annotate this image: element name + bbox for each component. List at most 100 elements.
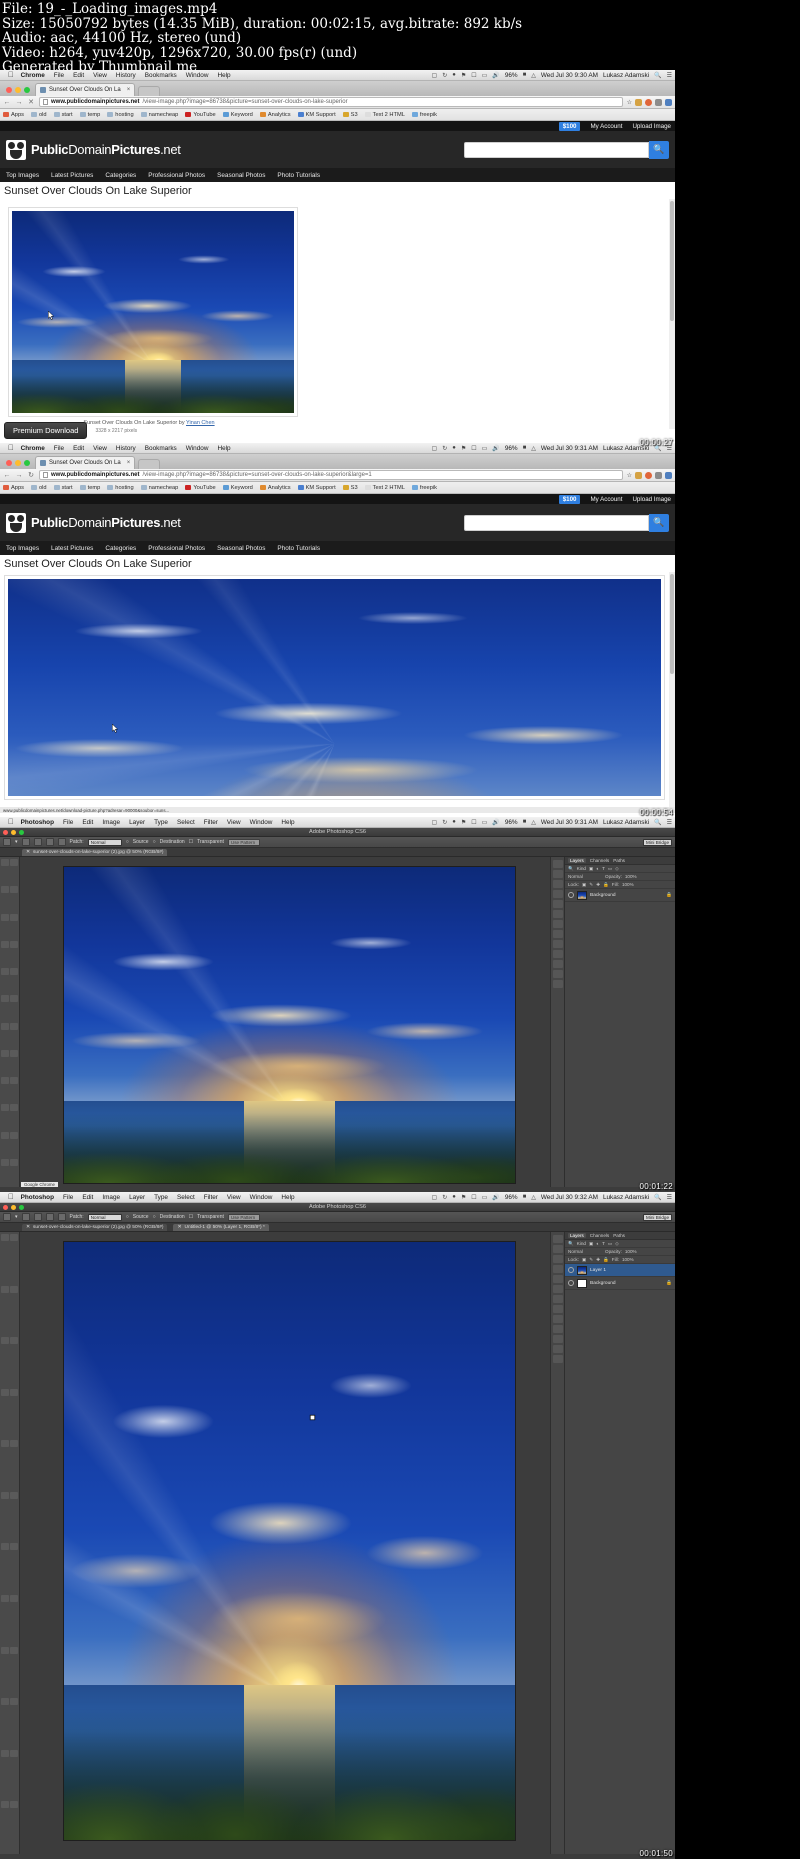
bookmark-apps[interactable]: Apps — [3, 485, 24, 491]
menubar-user[interactable]: Lukasz Adamski — [603, 72, 649, 79]
upload-image-link[interactable]: Upload Image — [632, 496, 671, 503]
menu-edit[interactable]: Edit — [82, 819, 93, 826]
fill-value[interactable]: 100% — [622, 882, 640, 887]
menu-bookmarks[interactable]: Bookmarks — [145, 445, 177, 452]
brush-presets-panel-icon[interactable] — [552, 940, 563, 948]
layers-panel-tabs-3[interactable]: Layers Channels Paths — [565, 857, 675, 865]
layers-panel-tabs-4[interactable]: Layers Channels Paths — [565, 1232, 675, 1240]
marquee-tool-icon[interactable] — [10, 859, 18, 866]
new-tab-button[interactable] — [138, 459, 161, 469]
bookmark-analytics[interactable]: Analytics — [259, 485, 291, 491]
window-controls-2[interactable] — [4, 460, 35, 469]
price-badge[interactable]: $100 — [558, 121, 581, 131]
lock-position-icon[interactable]: ✚ — [596, 1257, 600, 1263]
swatches-panel-icon[interactable] — [552, 890, 563, 898]
scrollbar-thumb[interactable] — [670, 201, 674, 321]
sync-icon[interactable]: ↻ — [442, 819, 447, 826]
lasso-tool-icon[interactable] — [1, 886, 9, 894]
nav-photo-tutorials[interactable]: Photo Tutorials — [277, 545, 320, 552]
lock-transparent-icon[interactable]: ▣ — [582, 882, 586, 888]
swatches-panel-icon[interactable] — [552, 1265, 563, 1273]
type-tool-icon[interactable] — [10, 1595, 18, 1603]
new-tab-button[interactable] — [138, 86, 161, 96]
menu-help[interactable]: Help — [217, 72, 230, 79]
menu-help[interactable]: Help — [281, 1194, 294, 1201]
site-search-1[interactable]: 🔍 — [464, 140, 669, 159]
subtract-selection-icon[interactable] — [45, 838, 54, 846]
bookmark-star-icon[interactable]: ☆ — [627, 472, 632, 479]
brush-presets-panel-icon[interactable] — [552, 1315, 563, 1323]
layers-filter-row-4[interactable]: 🔍 Kind ▣ ◐ T ▭ ◇ — [565, 1240, 675, 1248]
menu-file[interactable]: File — [54, 72, 64, 79]
timeline-panel-icon[interactable] — [552, 970, 563, 978]
blur-tool-icon[interactable] — [1, 1022, 9, 1030]
menu-image[interactable]: Image — [102, 1194, 120, 1201]
destination-radio[interactable]: ○ — [153, 1214, 156, 1220]
document-tab-1[interactable]: ✕ sunset-over-clouds-on-lake-superior (2… — [22, 848, 168, 856]
my-account-link[interactable]: My Account — [590, 123, 622, 130]
airplay-icon[interactable]: ▭ — [482, 819, 488, 826]
color-panel-icon[interactable] — [552, 1255, 563, 1263]
bookmark-star-icon[interactable]: ☆ — [627, 99, 632, 106]
document-tab-close-icon[interactable]: ✕ — [177, 1225, 181, 1230]
history-brush-tool-icon[interactable] — [10, 1440, 18, 1448]
zoom-window-button[interactable] — [19, 829, 24, 835]
crop-tool-icon[interactable] — [1, 1337, 9, 1345]
menu-photoshop[interactable]: Photoshop — [21, 1194, 54, 1201]
nav-seasonal-photos[interactable]: Seasonal Photos — [217, 172, 265, 179]
flag-icon[interactable]: ⚑ — [461, 1194, 466, 1201]
menu-file[interactable]: File — [63, 1194, 73, 1201]
menu-type[interactable]: Type — [154, 1194, 168, 1201]
menu-bookmarks[interactable]: Bookmarks — [145, 72, 177, 79]
browser-tab-1[interactable]: Sunset Over Clouds On La × — [35, 456, 136, 469]
wifi-icon[interactable]: △ — [531, 1194, 536, 1201]
upload-image-link[interactable]: Upload Image — [632, 123, 671, 130]
apple-menu-icon[interactable]:  — [8, 444, 14, 452]
background-color-swatch[interactable] — [10, 1131, 18, 1139]
menu-view[interactable]: View — [93, 72, 107, 79]
source-radio[interactable]: ○ — [126, 839, 129, 845]
search-input[interactable] — [464, 514, 649, 531]
menu-edit[interactable]: Edit — [82, 1194, 93, 1201]
nav-top-images[interactable]: Top Images — [6, 545, 39, 552]
battery-icon[interactable]: ■ — [523, 72, 527, 78]
menu-chrome[interactable]: Chrome — [21, 445, 45, 452]
flag-icon[interactable]: ⚑ — [461, 445, 466, 452]
paragraph-panel-icon[interactable] — [552, 1295, 563, 1303]
lock-transparent-icon[interactable]: ▣ — [582, 1257, 586, 1263]
tab-layers[interactable]: Layers — [568, 1233, 586, 1238]
layer-row-background-3[interactable]: Background 🔒 — [565, 889, 675, 902]
menu-select[interactable]: Select — [177, 819, 195, 826]
bookmark-old[interactable]: old — [30, 112, 47, 118]
menu-select[interactable]: Select — [177, 1194, 195, 1201]
bookmark-youtube[interactable]: YouTube — [185, 112, 216, 118]
stop-loading-icon[interactable]: ✕ — [27, 98, 35, 106]
zoom-tool-icon[interactable] — [10, 1104, 18, 1112]
battery-icon[interactable]: ■ — [523, 1194, 527, 1200]
tool-preset-chevron-icon[interactable]: ▾ — [15, 1214, 18, 1220]
extension-icon[interactable] — [645, 471, 652, 479]
bookmark-apps[interactable]: Apps — [3, 112, 24, 118]
menu-file[interactable]: File — [54, 445, 64, 452]
filter-kind-icon[interactable]: 🔍 — [568, 866, 574, 872]
brush-tool-icon[interactable] — [10, 940, 18, 948]
fill-value[interactable]: 100% — [622, 1257, 640, 1262]
photoshop-toolbar-3[interactable] — [0, 857, 20, 1187]
scrollbar-thumb[interactable] — [670, 574, 674, 674]
new-selection-icon[interactable] — [21, 838, 30, 846]
search-input[interactable] — [464, 141, 649, 158]
mac-menubar-2[interactable]:  Chrome File Edit View History Bookmark… — [0, 443, 675, 454]
gradient-tool-icon[interactable] — [10, 1491, 18, 1499]
path-select-tool-icon[interactable] — [1, 1077, 9, 1084]
bookmark-s3[interactable]: S3 — [342, 112, 358, 118]
document-tab-1[interactable]: ✕ sunset-over-clouds-on-lake-superior (2… — [22, 1223, 168, 1231]
dropbox-icon[interactable]: ▢ — [432, 1194, 438, 1201]
apple-menu-icon[interactable]:  — [8, 818, 14, 826]
marquee-tool-icon[interactable] — [10, 1234, 18, 1241]
nav-latest-pictures[interactable]: Latest Pictures — [51, 545, 93, 552]
layers-filter-row-3[interactable]: 🔍 Kind ▣ ◐ T ▭ ◇ — [565, 865, 675, 873]
filter-shape-icon[interactable]: ▭ — [608, 1241, 612, 1247]
quick-mask-icon[interactable] — [1, 1158, 9, 1166]
add-selection-icon[interactable] — [33, 838, 42, 846]
fullsize-photo-card[interactable] — [4, 575, 665, 800]
